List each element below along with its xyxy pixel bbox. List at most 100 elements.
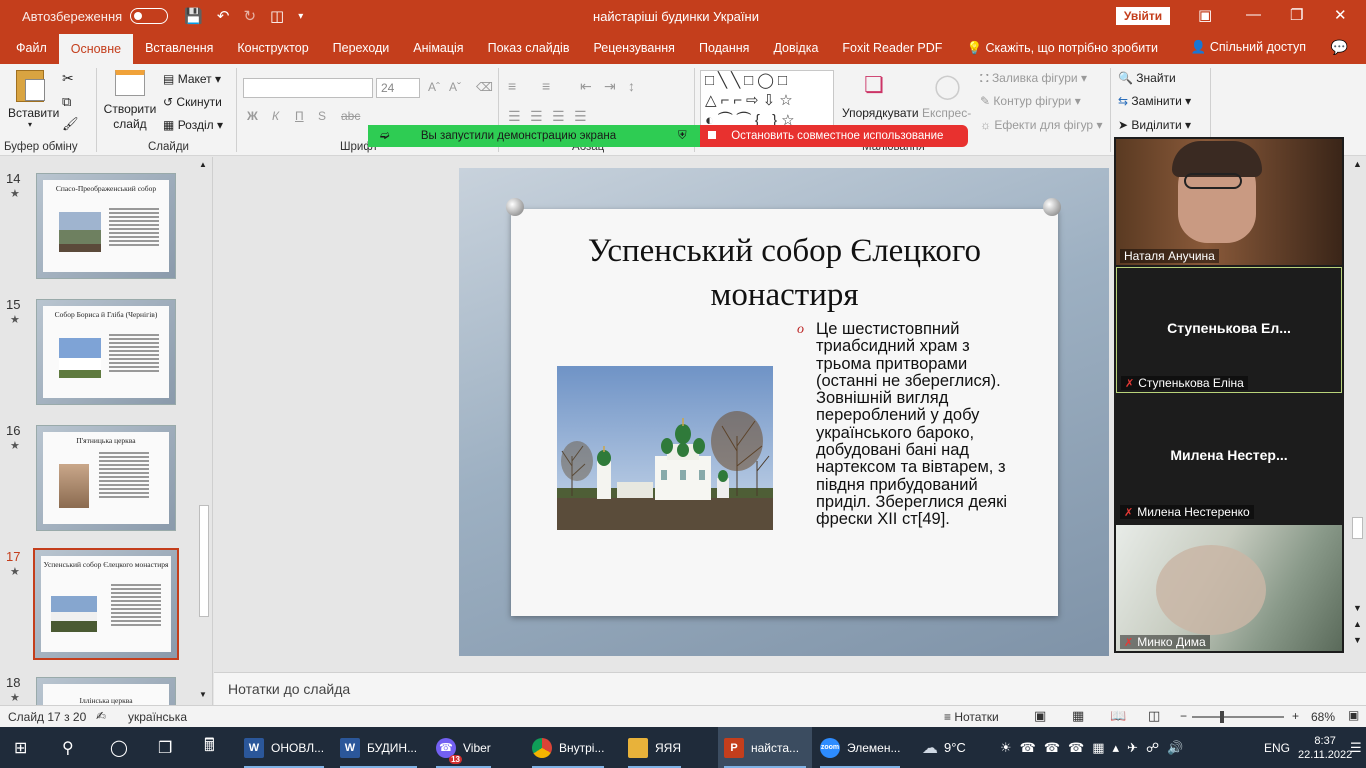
save-icon[interactable]: 💾 [184, 7, 203, 25]
line-spacing-icon[interactable]: ↕ [628, 78, 635, 94]
slide-title[interactable]: Успенський собор Єлецкого монастиря [511, 229, 1058, 317]
prev-slide-icon[interactable]: ▲ [1353, 619, 1362, 629]
scroll-up-icon[interactable]: ▲ [1353, 159, 1362, 169]
video-tile-active[interactable]: Ступенькова Ел... ✗ Ступенькова Еліна [1116, 267, 1342, 393]
decrease-indent-icon[interactable]: ⇤ [580, 78, 592, 95]
reading-view-icon[interactable]: 📖 [1110, 708, 1126, 724]
align-center-icon[interactable]: ☰ [530, 108, 543, 125]
taskbar-powerpoint[interactable]: Pнайста... [718, 727, 812, 768]
slide-thumbnail-selected[interactable]: Успенський собор Єлецкого монастиря [33, 548, 179, 660]
zoom-slider[interactable] [1192, 716, 1284, 718]
video-tile[interactable]: Милена Нестер... ✗ Милена Нестеренко [1116, 395, 1342, 521]
ribbon-display-icon[interactable]: ▣ [1198, 6, 1212, 24]
maximize-button[interactable]: ❐ [1290, 6, 1303, 24]
select-button[interactable]: ➤ Виділити ▾ [1118, 118, 1191, 132]
grow-font-icon[interactable]: Aˆ [428, 80, 440, 94]
tab-slideshow[interactable]: Показ слайдів [476, 32, 582, 64]
tab-design[interactable]: Конструктор [225, 32, 320, 64]
shape-fill-button[interactable]: ⛚ Заливка фігури ▾ [980, 71, 1087, 86]
signin-button[interactable]: Увійти [1116, 7, 1170, 25]
tab-review[interactable]: Рецензування [581, 32, 686, 64]
section-button[interactable]: ▦ Розділ ▾ [163, 118, 223, 132]
slideshow-view-icon[interactable]: ◫ [1148, 708, 1160, 724]
tab-home[interactable]: Основне [58, 34, 134, 64]
video-tile[interactable]: ✗ Минко Дима [1116, 525, 1342, 651]
align-left-icon[interactable]: ☰ [508, 108, 521, 125]
bold-button[interactable]: Ж [247, 109, 258, 123]
format-painter-icon[interactable]: 🖌 [62, 116, 79, 132]
tell-me-search[interactable]: 💡 Скажіть, що потрібно зробити [954, 32, 1170, 64]
justify-icon[interactable]: ☰ [574, 108, 587, 125]
task-view-icon[interactable]: ❐ [158, 727, 172, 768]
tab-foxit[interactable]: Foxit Reader PDF [830, 32, 954, 64]
spellcheck-icon[interactable]: ✍ [96, 709, 106, 723]
stop-sharing-button[interactable]: Остановить совместное использование [700, 125, 968, 147]
thumbnails-scrollbar[interactable]: ▲ ▼ [197, 160, 211, 702]
shape-effects-button[interactable]: ☼ Ефекти для фігур ▾ [980, 118, 1102, 132]
shapes-gallery[interactable]: □╲╲□◯□ △⌐⌐⇨⇩☆ ◐⏜⏜{ }☆ [700, 70, 834, 128]
tab-view[interactable]: Подання [687, 32, 761, 64]
taskbar-word-2[interactable]: W БУДИН... [334, 727, 423, 768]
windows-start-icon[interactable]: ⊞ [14, 727, 27, 768]
shrink-font-icon[interactable]: Aˇ [449, 80, 461, 94]
weather-widget[interactable]: ☁ 9°C [922, 727, 966, 768]
underline-button[interactable]: П [295, 109, 304, 123]
slide-body-text[interactable]: Це шестистовпний триабсидний храм з трьо… [816, 320, 1026, 529]
editor-scrollbar[interactable]: ▲ ▼ ▲ ▼ [1349, 157, 1366, 651]
bullets-icon[interactable]: ≡ [508, 78, 516, 94]
cathedral-photo[interactable] [557, 366, 773, 530]
find-button[interactable]: 🔍 Знайти [1118, 71, 1176, 85]
scroll-thumb[interactable] [1352, 517, 1363, 539]
reset-button[interactable]: ↺ Скинути [163, 95, 222, 109]
scroll-down-icon[interactable]: ▼ [1353, 603, 1362, 613]
close-button[interactable]: ✕ [1334, 6, 1347, 24]
copy-icon[interactable]: ⧉ [62, 94, 71, 110]
taskbar-word-1[interactable]: W ОНОВЛ... [238, 727, 330, 768]
layout-button[interactable]: ▤ Макет ▾ [163, 72, 221, 86]
zoom-in-icon[interactable]: + [1292, 709, 1299, 723]
slide-thumbnail[interactable]: Спасо-Преображенський собор [36, 173, 176, 279]
zoom-slider-thumb[interactable] [1220, 711, 1224, 723]
fit-slide-icon[interactable]: ▣ [1348, 708, 1359, 722]
system-tray-icons[interactable]: ☀☎☎☎▦▴✈☍🔊 [1000, 727, 1191, 768]
cut-icon[interactable]: ✂ [62, 70, 74, 87]
slide-thumbnail[interactable]: Іллінська церква [36, 677, 176, 705]
scroll-thumb[interactable] [199, 505, 209, 617]
present-icon[interactable]: ◫ [270, 7, 284, 25]
taskbar-zoom[interactable]: zoom Элемен... [814, 727, 906, 768]
language-indicator[interactable]: українська [128, 710, 187, 724]
increase-indent-icon[interactable]: ⇥ [604, 78, 616, 95]
slide-thumbnail[interactable]: П'ятницька церква [36, 425, 176, 531]
taskbar-chrome[interactable]: Внутрі... [526, 727, 610, 768]
search-icon[interactable]: ⚲ [62, 727, 74, 768]
tab-help[interactable]: Довідка [761, 32, 830, 64]
next-slide-icon[interactable]: ▼ [1353, 635, 1362, 645]
paste-button[interactable]: Вставити ▾ [8, 70, 59, 129]
notes-toggle[interactable]: ≡ Нотатки [944, 710, 999, 724]
customize-qat-icon[interactable]: ▾ [298, 11, 303, 22]
font-size-input[interactable]: 24 [376, 78, 420, 98]
shadow-button[interactable]: S [318, 109, 326, 123]
slide-thumbnail[interactable]: Собор Бориса й Гліба (Чернігів) [36, 299, 176, 405]
font-name-input[interactable] [243, 78, 373, 98]
scroll-down-icon[interactable]: ▼ [199, 690, 207, 699]
tab-animations[interactable]: Анімація [401, 32, 475, 64]
quick-styles-button[interactable]: Експрес- [922, 106, 971, 120]
input-language[interactable]: ENG [1264, 727, 1290, 768]
share-button[interactable]: 👤 Спільний доступ [1191, 40, 1306, 55]
taskbar-viber[interactable]: ☎ 13 Viber [430, 727, 497, 768]
tab-insert[interactable]: Вставлення [133, 32, 225, 64]
strike-button[interactable]: abc [341, 109, 360, 123]
tab-file[interactable]: Файл [0, 32, 59, 64]
scroll-up-icon[interactable]: ▲ [199, 160, 207, 169]
cortana-icon[interactable]: ◯ [110, 727, 128, 768]
shape-outline-button[interactable]: ✎ Контур фігури ▾ [980, 94, 1081, 108]
taskbar-folder[interactable]: ЯЯЯ [622, 727, 687, 768]
replace-button[interactable]: ⇆ Замінити ▾ [1118, 94, 1191, 108]
calculator-icon[interactable]: 🖩 [204, 727, 215, 768]
sorter-view-icon[interactable]: ▦ [1072, 708, 1084, 724]
undo-icon[interactable]: ↶ [217, 7, 230, 25]
video-tile[interactable]: Наталя Анучина [1116, 139, 1342, 265]
normal-view-icon[interactable]: ▣ [1034, 708, 1046, 724]
zoom-out-icon[interactable]: − [1180, 709, 1187, 723]
